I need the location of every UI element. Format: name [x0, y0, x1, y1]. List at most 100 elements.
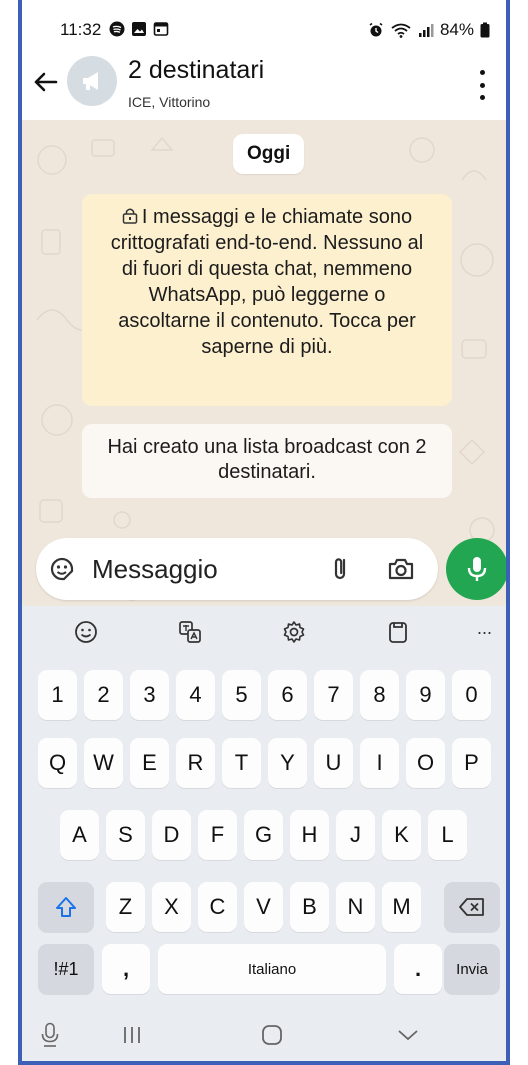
megaphone-icon [83, 72, 98, 90]
keyboard: ··· 1234567890 QWERTYUIOP ASDFGHJKL ZXCV… [22, 606, 506, 1006]
key-a[interactable]: A [60, 810, 99, 860]
key-6[interactable]: 6 [268, 670, 307, 720]
battery-icon [480, 22, 490, 38]
signal-icon [418, 24, 434, 37]
microphone-icon [467, 557, 487, 581]
period-key[interactable]: . [394, 944, 442, 994]
menu-dot [479, 82, 485, 88]
key-r[interactable]: R [176, 738, 215, 788]
comma-key[interactable]: , [102, 944, 150, 994]
alarm-icon [369, 22, 383, 37]
key-k[interactable]: K [382, 810, 421, 860]
key-i[interactable]: I [360, 738, 399, 788]
key-1[interactable]: 1 [38, 670, 77, 720]
shift-icon [56, 897, 76, 917]
chevron-down-icon [398, 1030, 418, 1041]
voice-input-button[interactable] [36, 1022, 64, 1048]
key-8[interactable]: 8 [360, 670, 399, 720]
date-separator: Oggi [233, 134, 305, 174]
clipboard-button[interactable] [384, 618, 412, 646]
more-tools-button[interactable]: ··· [470, 618, 498, 646]
calendar-icon [153, 22, 169, 36]
key-m[interactable]: M [382, 882, 421, 932]
shift-key[interactable] [38, 882, 94, 932]
key-t[interactable]: T [222, 738, 261, 788]
keyboard-settings-button[interactable] [280, 618, 308, 646]
gear-icon [283, 621, 305, 643]
encryption-notice-text: I messaggi e le chiamate sono crittograf… [110, 206, 424, 358]
translate-button[interactable] [176, 618, 204, 646]
key-b[interactable]: B [290, 882, 329, 932]
key-w[interactable]: W [84, 738, 123, 788]
key-0[interactable]: 0 [452, 670, 491, 720]
system-status-icons: 84% [368, 20, 490, 40]
key-4[interactable]: 4 [176, 670, 215, 720]
battery-percent: 84% [439, 20, 474, 39]
backspace-icon [459, 898, 484, 916]
chat-subtitle[interactable]: ICE, Vittorino [128, 94, 210, 110]
key-3[interactable]: 3 [130, 670, 169, 720]
key-g[interactable]: G [244, 810, 283, 860]
key-s[interactable]: S [106, 810, 145, 860]
message-composer [36, 538, 438, 600]
chat-header: 2 destinatari ICE, Vittorino [22, 42, 506, 120]
wifi-icon [391, 23, 411, 38]
chat-title[interactable]: 2 destinatari [128, 56, 264, 85]
hide-keyboard-button[interactable] [394, 1022, 422, 1048]
space-key[interactable]: Italiano [158, 944, 386, 994]
key-l[interactable]: L [428, 810, 467, 860]
paperclip-icon[interactable] [326, 554, 356, 584]
chat-area: Oggi I messaggi e le chiamate sono critt… [22, 120, 506, 610]
image-icon [132, 22, 146, 36]
key-f[interactable]: F [198, 810, 237, 860]
key-2[interactable]: 2 [84, 670, 123, 720]
status-bar: 11:32 84% [22, 0, 506, 42]
key-e[interactable]: E [130, 738, 169, 788]
menu-dot [479, 70, 485, 75]
key-5[interactable]: 5 [222, 670, 261, 720]
key-c[interactable]: C [198, 882, 237, 932]
key-p[interactable]: P [452, 738, 491, 788]
key-n[interactable]: N [336, 882, 375, 932]
emoji-button[interactable] [72, 618, 100, 646]
key-o[interactable]: O [406, 738, 445, 788]
home-button[interactable] [258, 1022, 286, 1048]
key-j[interactable]: J [336, 810, 375, 860]
clipboard-icon [389, 622, 407, 643]
phone-screen: 11:32 84% 2 destinatari ICE, Vittorino O… [22, 0, 506, 1061]
microphone-icon [41, 1022, 59, 1047]
voice-message-button[interactable] [446, 538, 506, 600]
key-x[interactable]: X [152, 882, 191, 932]
device-frame: 11:32 84% 2 destinatari ICE, Vittorino O… [18, 0, 510, 1065]
system-message: Hai creato una lista broadcast con 2 des… [82, 424, 452, 498]
camera-icon[interactable] [386, 554, 416, 584]
send-key[interactable]: Invia [444, 944, 500, 994]
translate-icon [179, 621, 201, 643]
broadcast-avatar[interactable] [67, 56, 117, 106]
more-options-button[interactable] [472, 70, 492, 100]
key-v[interactable]: V [244, 882, 283, 932]
key-9[interactable]: 9 [406, 670, 445, 720]
key-y[interactable]: Y [268, 738, 307, 788]
key-h[interactable]: H [290, 810, 329, 860]
key-d[interactable]: D [152, 810, 191, 860]
backspace-key[interactable] [444, 882, 500, 932]
symbols-key[interactable]: !#1 [38, 944, 94, 994]
navigation-bar [22, 1006, 506, 1061]
key-z[interactable]: Z [106, 882, 145, 932]
back-button[interactable] [28, 65, 62, 99]
status-time: 11:32 [60, 20, 102, 39]
lock-icon [122, 208, 138, 224]
emoji-icon [75, 621, 97, 643]
spotify-icon [109, 21, 125, 37]
key-q[interactable]: Q [38, 738, 77, 788]
home-icon [262, 1025, 282, 1045]
key-u[interactable]: U [314, 738, 353, 788]
notification-icons [109, 21, 169, 37]
message-input[interactable] [92, 548, 302, 590]
key-7[interactable]: 7 [314, 670, 353, 720]
sticker-icon[interactable] [48, 555, 76, 583]
recent-apps-button[interactable] [118, 1022, 146, 1048]
recent-apps-icon [124, 1027, 140, 1043]
encryption-notice[interactable]: I messaggi e le chiamate sono crittograf… [82, 194, 452, 406]
